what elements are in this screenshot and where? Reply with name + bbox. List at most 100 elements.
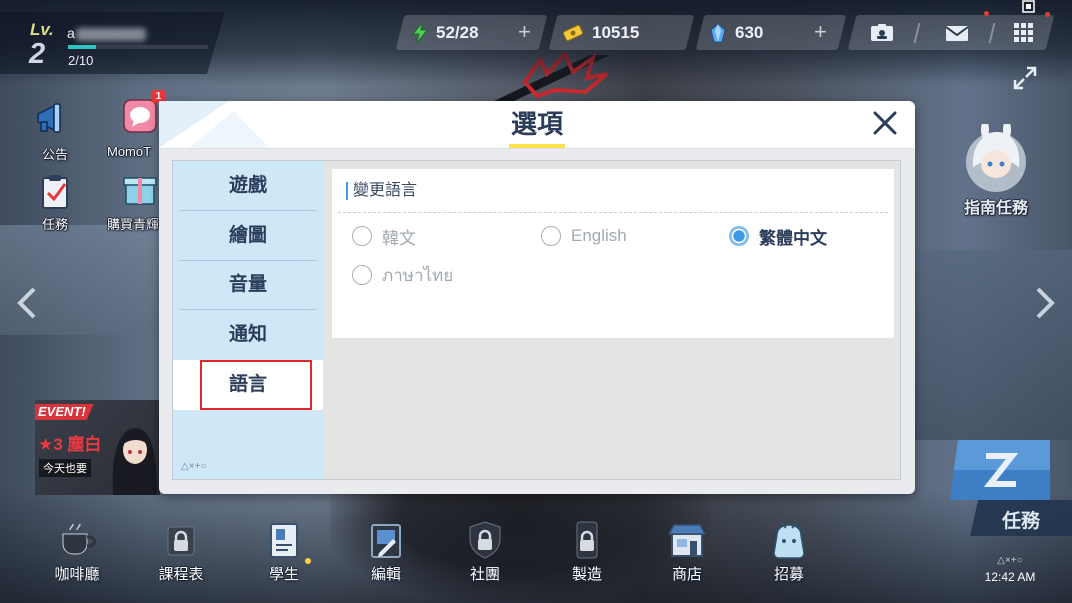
profile-card-icon[interactable] [870, 23, 894, 43]
nav-schedule-label: 課程表 [158, 566, 204, 583]
mission-label: 任務 [42, 217, 69, 232]
event-banner[interactable]: EVENT! ★3 塵白 今天也要 [35, 400, 160, 495]
event-character-image [112, 428, 157, 495]
guide-mission-label: 指南任務 [963, 200, 1028, 217]
tab-game-label: 遊戲 [228, 175, 267, 196]
clock-time: 12:42 AM [984, 570, 1036, 584]
schedule-lock-icon [167, 526, 195, 556]
gem-icon [710, 23, 726, 43]
header-divider [159, 148, 915, 149]
menu-grid-icon[interactable] [1014, 23, 1034, 43]
tab-game[interactable]: 遊戲 [173, 161, 323, 211]
options-content: 變更語言 韓文 English 繁體中文 ภาษาไทย [323, 161, 900, 479]
formation-card-icon [371, 524, 401, 558]
tab-sound-label: 音量 [228, 274, 267, 295]
momotalk-label: MomoT [107, 144, 152, 159]
language-option-thai[interactable]: ภาษาไทย [352, 264, 453, 286]
screen-capture-icon[interactable] [1022, 0, 1035, 13]
event-subtitle: 今天也要 [39, 459, 91, 477]
radio-button[interactable] [352, 265, 372, 285]
title-underline [509, 144, 565, 148]
top-icon-bar [852, 15, 1050, 50]
mission-button[interactable]: 任務 [970, 500, 1072, 536]
level-label: Lv. [30, 20, 54, 39]
nav-crafting[interactable]: 製造 [537, 515, 637, 600]
language-option-label: 繁體中文 [759, 228, 827, 248]
new-indicator [305, 558, 311, 564]
player-name-redacted [76, 28, 146, 41]
section-divider [338, 212, 888, 213]
crafting-lock-icon [576, 521, 598, 559]
megaphone-icon[interactable] [32, 98, 72, 138]
exp-bar-fill [68, 45, 96, 49]
expand-icon[interactable] [1012, 65, 1038, 91]
language-option-korean[interactable]: 韓文 [352, 225, 416, 248]
credits-resource[interactable]: 10515 [553, 15, 690, 50]
event-tag: EVENT! [35, 404, 94, 420]
event-title: ★3 塵白 [38, 435, 102, 454]
icon-separator [913, 23, 921, 43]
close-icon[interactable] [871, 109, 899, 137]
ap-value: 52/28 [436, 23, 479, 42]
shop-icon [667, 524, 707, 557]
background-wall [905, 250, 1072, 440]
nav-formation[interactable]: 編輯 [336, 515, 436, 600]
announcement-label: 公告 [42, 147, 69, 162]
language-option-label: 韓文 [382, 228, 416, 248]
language-option-label: English [571, 226, 627, 245]
ap-plus-button[interactable]: + [518, 20, 531, 44]
language-option-english[interactable]: English [541, 225, 627, 247]
language-card: 變更語言 韓文 English 繁體中文 ภาษาไทย [332, 169, 894, 338]
nav-shop-label: 商店 [671, 566, 702, 583]
ap-resource[interactable]: 52/28 + [400, 15, 543, 50]
level-number: 2 [29, 38, 46, 70]
options-sidebar: 遊戲 繪圖 音量 通知 語言 △×+○ [173, 161, 323, 479]
language-option-traditional-chinese[interactable]: 繁體中文 [729, 225, 827, 248]
nav-students-label: 學生 [268, 566, 299, 583]
language-option-label: ภาษาไทย [382, 265, 454, 285]
mission-card-icon[interactable] [950, 440, 1050, 500]
tab-sound[interactable]: 音量 [173, 260, 323, 310]
chevron-right-icon[interactable] [1032, 285, 1058, 321]
tab-graphics-label: 繪圖 [228, 225, 267, 246]
nav-recruit[interactable]: 招募 [739, 515, 839, 600]
nav-students[interactable]: 學生 [234, 515, 334, 600]
section-title: 變更語言 [353, 182, 418, 199]
nav-cafe[interactable]: 咖啡廳 [27, 515, 127, 600]
gems-resource[interactable]: 630 + [700, 15, 842, 50]
options-panel: 遊戲 繪圖 音量 通知 語言 △×+○ 變更語言 韓文 English 繁體中文… [172, 160, 901, 480]
nav-crafting-label: 製造 [571, 566, 602, 583]
notification-dot [1045, 12, 1050, 17]
section-marker [346, 182, 348, 200]
mail-icon[interactable] [945, 23, 969, 43]
options-dialog: 選項 遊戲 繪圖 音量 通知 語言 △×+○ 變更語言 韓文 English 繁… [159, 101, 915, 494]
gift-box-icon[interactable] [120, 168, 160, 208]
student-card-icon [270, 523, 298, 558]
exp-text: 2/10 [68, 53, 94, 68]
nav-schedule[interactable]: 課程表 [131, 515, 231, 600]
coffee-cup-icon [59, 523, 96, 560]
clipboard-check-icon[interactable] [35, 172, 75, 212]
recruit-bag-icon [773, 522, 805, 559]
sidebar-controller-hint: △×+○ [181, 461, 207, 472]
nav-cafe-label: 咖啡廳 [54, 566, 100, 583]
credit-ticket-icon [563, 24, 583, 42]
dialog-title: 選項 [510, 109, 563, 139]
tab-graphics[interactable]: 繪圖 [173, 211, 323, 261]
icon-separator [988, 23, 996, 43]
radio-button[interactable] [729, 226, 749, 246]
nav-formation-label: 編輯 [370, 566, 401, 583]
nav-shop[interactable]: 商店 [637, 515, 737, 600]
radio-button[interactable] [541, 226, 561, 246]
lightning-icon [411, 23, 429, 43]
notification-dot [984, 11, 989, 16]
radio-button[interactable] [352, 226, 372, 246]
nav-club[interactable]: 社團 [435, 515, 535, 600]
guide-character-icon[interactable] [957, 124, 1035, 194]
club-shield-icon [469, 521, 501, 559]
gems-plus-button[interactable]: + [814, 20, 827, 44]
nav-club-label: 社團 [469, 566, 500, 583]
chevron-left-icon[interactable] [14, 285, 40, 321]
nav-recruit-label: 招募 [773, 566, 804, 583]
tab-notifications[interactable]: 通知 [173, 310, 323, 360]
